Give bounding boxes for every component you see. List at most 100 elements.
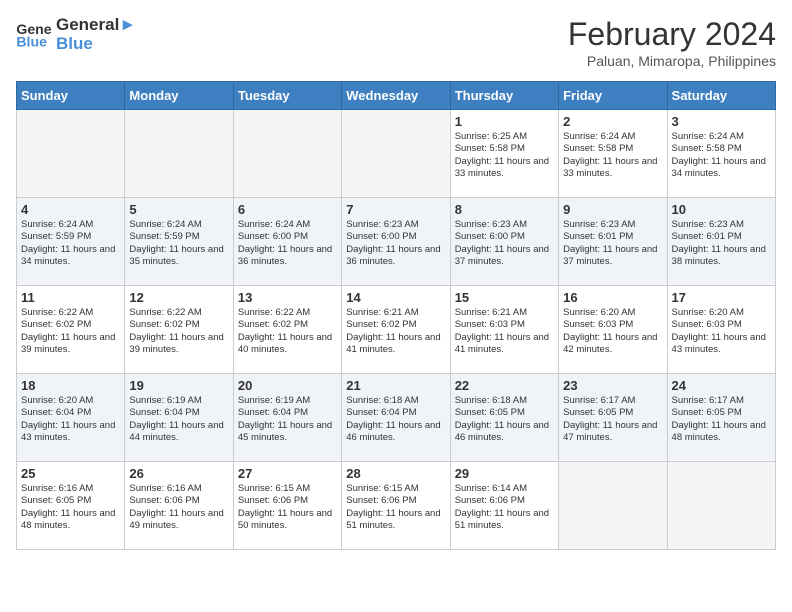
calendar-cell: 13Sunrise: 6:22 AM Sunset: 6:02 PM Dayli… [233, 286, 341, 374]
calendar-cell: 6 Sunrise: 6:24 AM Sunset: 6:00 PM Daylig… [233, 198, 341, 286]
day-info: Sunrise: 6:24 AM Sunset: 5:59 PM Dayligh… [21, 219, 120, 268]
calendar-cell: 14Sunrise: 6:21 AM Sunset: 6:02 PM Dayli… [342, 286, 450, 374]
day-info: Sunrise: 6:15 AM Sunset: 6:06 PM Dayligh… [346, 483, 445, 532]
day-info: Sunrise: 6:19 AM Sunset: 6:04 PM Dayligh… [129, 395, 228, 444]
calendar-cell: 5Sunrise: 6:24 AM Sunset: 5:59 PM Daylig… [125, 198, 233, 286]
day-info: Sunrise: 6:24 AM Sunset: 5:58 PM Dayligh… [672, 131, 771, 180]
day-info: Sunrise: 6:16 AM Sunset: 6:06 PM Dayligh… [129, 483, 228, 532]
day-number: 9 [563, 202, 662, 217]
calendar-cell [233, 110, 341, 198]
col-header-tuesday: Tuesday [233, 82, 341, 110]
page-header: General Blue General► Blue February 2024… [16, 16, 776, 69]
calendar-table: SundayMondayTuesdayWednesdayThursdayFrid… [16, 81, 776, 550]
day-info: Sunrise: 6:21 AM Sunset: 6:03 PM Dayligh… [455, 307, 554, 356]
calendar-cell: 15 Sunrise: 6:21 AM Sunset: 6:03 PM Dayli… [450, 286, 558, 374]
day-number: 15 [455, 290, 554, 305]
calendar-cell: 20 Sunrise: 6:19 AM Sunset: 6:04 PM Dayli… [233, 374, 341, 462]
calendar-cell [17, 110, 125, 198]
day-info: Sunrise: 6:20 AM Sunset: 6:04 PM Dayligh… [21, 395, 120, 444]
day-info: Sunrise: 6:23 AM Sunset: 6:00 PM Dayligh… [346, 219, 445, 268]
day-number: 2 [563, 114, 662, 129]
day-number: 4 [21, 202, 120, 217]
day-number: 24 [672, 378, 771, 393]
day-number: 19 [129, 378, 228, 393]
day-info: Sunrise: 6:25 AM Sunset: 5:58 PM Dayligh… [455, 131, 554, 180]
calendar-cell: 29Sunrise: 6:14 AM Sunset: 6:06 PM Dayli… [450, 462, 558, 550]
day-number: 29 [455, 466, 554, 481]
calendar-cell: 25 Sunrise: 6:16 AM Sunset: 6:05 PM Dayli… [17, 462, 125, 550]
day-number: 22 [455, 378, 554, 393]
day-info: Sunrise: 6:23 AM Sunset: 6:01 PM Dayligh… [563, 219, 662, 268]
calendar-subtitle: Paluan, Mimaropa, Philippines [568, 53, 776, 69]
col-header-wednesday: Wednesday [342, 82, 450, 110]
col-header-friday: Friday [559, 82, 667, 110]
day-number: 14 [346, 290, 445, 305]
calendar-cell: 2Sunrise: 6:24 AM Sunset: 5:58 PM Daylig… [559, 110, 667, 198]
col-header-monday: Monday [125, 82, 233, 110]
day-info: Sunrise: 6:24 AM Sunset: 5:59 PM Dayligh… [129, 219, 228, 268]
calendar-cell [559, 462, 667, 550]
logo: General Blue General► Blue [16, 16, 136, 53]
calendar-cell: 18 Sunrise: 6:20 AM Sunset: 6:04 PM Dayli… [17, 374, 125, 462]
calendar-cell: 11Sunrise: 6:22 AM Sunset: 6:02 PM Dayli… [17, 286, 125, 374]
day-number: 6 [238, 202, 337, 217]
day-number: 25 [21, 466, 120, 481]
calendar-header-row: SundayMondayTuesdayWednesdayThursdayFrid… [17, 82, 776, 110]
calendar-cell: 7 Sunrise: 6:23 AM Sunset: 6:00 PM Daylig… [342, 198, 450, 286]
week-row-2: 4 Sunrise: 6:24 AM Sunset: 5:59 PM Daylig… [17, 198, 776, 286]
title-block: February 2024 Paluan, Mimaropa, Philippi… [568, 16, 776, 69]
day-number: 18 [21, 378, 120, 393]
calendar-cell: 4 Sunrise: 6:24 AM Sunset: 5:59 PM Daylig… [17, 198, 125, 286]
day-info: Sunrise: 6:19 AM Sunset: 6:04 PM Dayligh… [238, 395, 337, 444]
calendar-cell: 8Sunrise: 6:23 AM Sunset: 6:00 PM Daylig… [450, 198, 558, 286]
day-info: Sunrise: 6:17 AM Sunset: 6:05 PM Dayligh… [563, 395, 662, 444]
day-number: 12 [129, 290, 228, 305]
day-info: Sunrise: 6:18 AM Sunset: 6:05 PM Dayligh… [455, 395, 554, 444]
day-info: Sunrise: 6:24 AM Sunset: 6:00 PM Dayligh… [238, 219, 337, 268]
day-number: 3 [672, 114, 771, 129]
calendar-cell: 24 Sunrise: 6:17 AM Sunset: 6:05 PM Dayli… [667, 374, 775, 462]
day-number: 10 [672, 202, 771, 217]
calendar-cell [342, 110, 450, 198]
day-info: Sunrise: 6:16 AM Sunset: 6:05 PM Dayligh… [21, 483, 120, 532]
day-number: 11 [21, 290, 120, 305]
calendar-cell: 3 Sunrise: 6:24 AM Sunset: 5:58 PM Daylig… [667, 110, 775, 198]
calendar-cell: 12Sunrise: 6:22 AM Sunset: 6:02 PM Dayli… [125, 286, 233, 374]
col-header-thursday: Thursday [450, 82, 558, 110]
day-number: 16 [563, 290, 662, 305]
day-number: 7 [346, 202, 445, 217]
calendar-cell: 19 Sunrise: 6:19 AM Sunset: 6:04 PM Dayli… [125, 374, 233, 462]
calendar-cell: 10 Sunrise: 6:23 AM Sunset: 6:01 PM Dayli… [667, 198, 775, 286]
day-info: Sunrise: 6:23 AM Sunset: 6:01 PM Dayligh… [672, 219, 771, 268]
day-info: Sunrise: 6:20 AM Sunset: 6:03 PM Dayligh… [672, 307, 771, 356]
calendar-cell: 28 Sunrise: 6:15 AM Sunset: 6:06 PM Dayli… [342, 462, 450, 550]
day-number: 17 [672, 290, 771, 305]
calendar-cell: 1 Sunrise: 6:25 AM Sunset: 5:58 PM Daylig… [450, 110, 558, 198]
col-header-sunday: Sunday [17, 82, 125, 110]
day-info: Sunrise: 6:23 AM Sunset: 6:00 PM Dayligh… [455, 219, 554, 268]
day-number: 27 [238, 466, 337, 481]
week-row-1: 1 Sunrise: 6:25 AM Sunset: 5:58 PM Daylig… [17, 110, 776, 198]
calendar-cell: 21 Sunrise: 6:18 AM Sunset: 6:04 PM Dayli… [342, 374, 450, 462]
day-number: 26 [129, 466, 228, 481]
week-row-4: 18 Sunrise: 6:20 AM Sunset: 6:04 PM Dayli… [17, 374, 776, 462]
day-info: Sunrise: 6:18 AM Sunset: 6:04 PM Dayligh… [346, 395, 445, 444]
calendar-cell: 23 Sunrise: 6:17 AM Sunset: 6:05 PM Dayli… [559, 374, 667, 462]
day-number: 13 [238, 290, 337, 305]
svg-text:Blue: Blue [16, 33, 47, 49]
day-number: 23 [563, 378, 662, 393]
day-number: 1 [455, 114, 554, 129]
day-number: 21 [346, 378, 445, 393]
calendar-cell: 22 Sunrise: 6:18 AM Sunset: 6:05 PM Dayli… [450, 374, 558, 462]
calendar-cell [125, 110, 233, 198]
day-number: 28 [346, 466, 445, 481]
day-info: Sunrise: 6:17 AM Sunset: 6:05 PM Dayligh… [672, 395, 771, 444]
logo-icon: General Blue [16, 20, 52, 50]
calendar-cell: 27Sunrise: 6:15 AM Sunset: 6:06 PM Dayli… [233, 462, 341, 550]
calendar-cell [667, 462, 775, 550]
calendar-title: February 2024 [568, 16, 776, 53]
calendar-cell: 26 Sunrise: 6:16 AM Sunset: 6:06 PM Dayli… [125, 462, 233, 550]
calendar-cell: 9 Sunrise: 6:23 AM Sunset: 6:01 PM Daylig… [559, 198, 667, 286]
calendar-cell: 16Sunrise: 6:20 AM Sunset: 6:03 PM Dayli… [559, 286, 667, 374]
day-number: 20 [238, 378, 337, 393]
